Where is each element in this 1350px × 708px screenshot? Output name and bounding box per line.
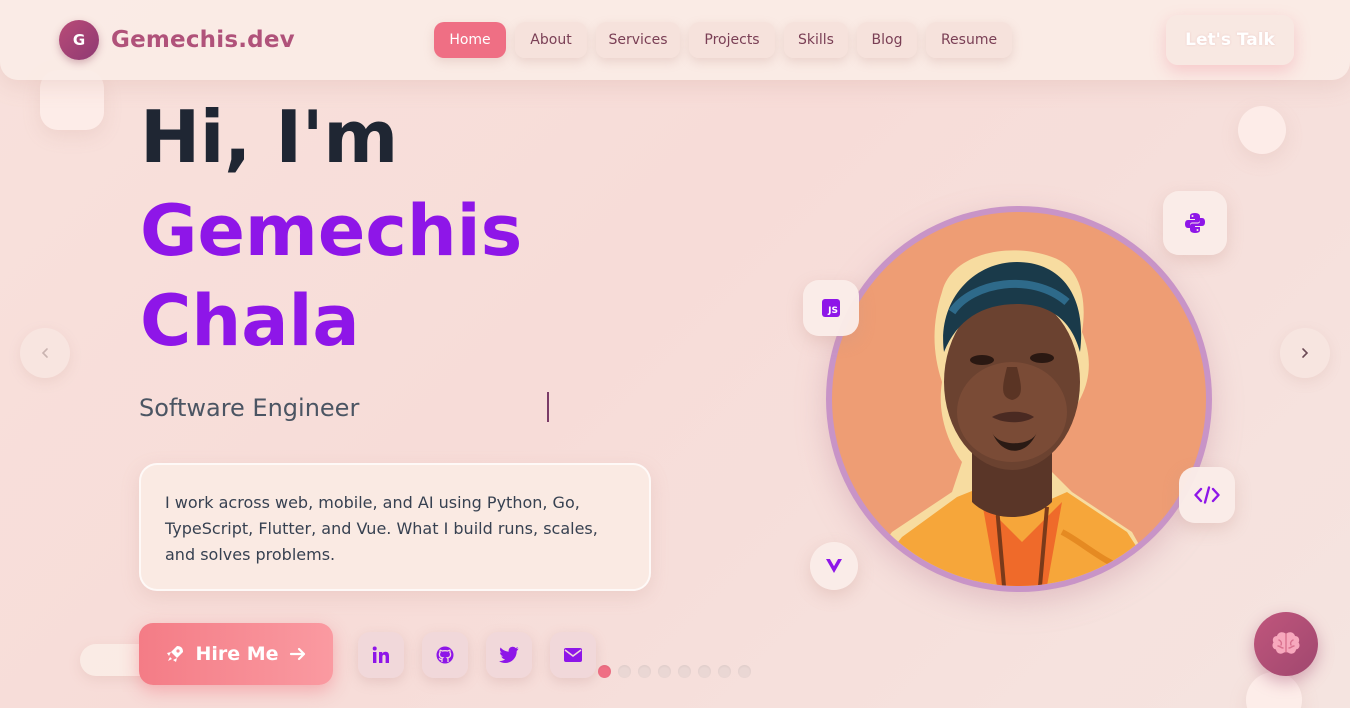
nav-about[interactable]: About [515, 22, 587, 58]
hero-last-name: Chala [140, 280, 360, 362]
email-button[interactable] [550, 632, 596, 678]
twitter-button[interactable] [486, 632, 532, 678]
decorative-circle [1246, 672, 1302, 708]
hire-me-label: Hire Me [195, 643, 279, 665]
lets-talk-button[interactable]: Let's Talk [1166, 15, 1294, 65]
logo-text[interactable]: Gemechis.dev [111, 27, 295, 53]
hero-role: Software Engineer [139, 394, 360, 422]
js-label: JS [828, 306, 838, 316]
carousel-dot[interactable] [718, 665, 731, 678]
decorative-circle [1238, 106, 1286, 154]
chevron-left-icon [41, 348, 48, 358]
intro-text: I work across web, mobile, and AI using … [165, 493, 598, 564]
javascript-badge: JS [803, 280, 859, 336]
arrow-right-icon [289, 647, 305, 661]
logo-initial: G [72, 31, 86, 49]
hire-me-button[interactable]: Hire Me [139, 623, 333, 685]
prev-slide-button[interactable] [20, 328, 70, 378]
nav-resume[interactable]: Resume [926, 22, 1012, 58]
carousel-dot[interactable] [618, 665, 631, 678]
linkedin-button[interactable] [358, 632, 404, 678]
nav-projects[interactable]: Projects [689, 22, 775, 58]
vue-icon [826, 559, 842, 573]
carousel-dots [598, 665, 751, 678]
carousel-dot[interactable] [678, 665, 691, 678]
site-header: G Gemechis.dev Home About Services Proje… [0, 0, 1350, 80]
nav-blog[interactable]: Blog [857, 22, 917, 58]
carousel-dot[interactable] [698, 665, 711, 678]
hero-first-name: Gemechis [140, 190, 523, 272]
chevron-right-icon [1302, 348, 1309, 358]
hero-greeting: Hi, I'm [140, 95, 398, 179]
carousel-dot[interactable] [598, 665, 611, 678]
nav-skills[interactable]: Skills [784, 22, 848, 58]
twitter-icon [499, 646, 519, 663]
python-icon [1185, 213, 1205, 233]
github-icon [436, 646, 454, 664]
python-badge [1163, 191, 1227, 255]
typing-cursor [547, 392, 549, 422]
portrait-illustration [852, 250, 1162, 586]
nav-home[interactable]: Home [434, 22, 506, 58]
brain-icon [1272, 632, 1300, 654]
ai-assistant-button[interactable] [1254, 612, 1318, 676]
profile-photo [826, 206, 1212, 592]
logo-badge[interactable]: G [59, 20, 99, 60]
profile-photo-inner [832, 212, 1206, 586]
rocket-icon [167, 646, 184, 662]
carousel-dot[interactable] [738, 665, 751, 678]
mail-icon [564, 648, 582, 662]
next-slide-button[interactable] [1280, 328, 1330, 378]
linkedin-icon [372, 646, 389, 663]
js-icon: JS [822, 299, 840, 317]
carousel-dot[interactable] [638, 665, 651, 678]
carousel-dot[interactable] [658, 665, 671, 678]
code-badge [1179, 467, 1235, 523]
nav-services[interactable]: Services [596, 22, 680, 58]
code-icon [1194, 486, 1220, 504]
intro-card: I work across web, mobile, and AI using … [139, 463, 651, 591]
github-button[interactable] [422, 632, 468, 678]
vue-badge [810, 542, 858, 590]
